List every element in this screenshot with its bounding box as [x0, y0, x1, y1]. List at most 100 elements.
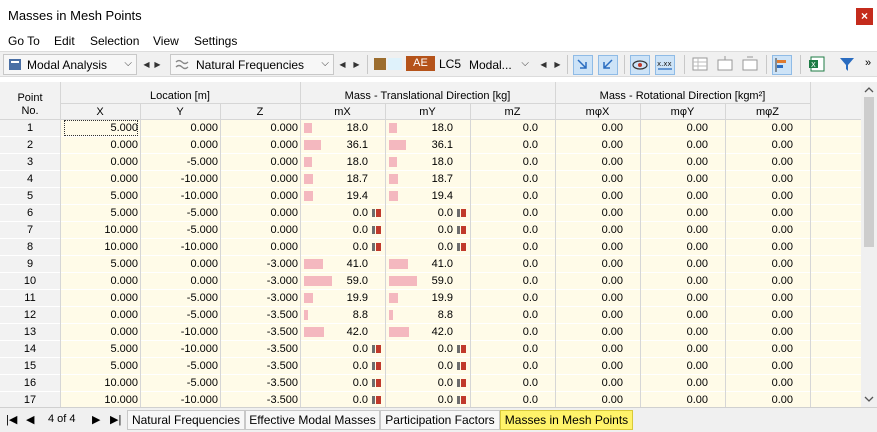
tab-participation-factors[interactable]: Participation Factors — [380, 410, 500, 430]
table-row[interactable]: 3 0.000 -5.000 0.000 18.0 18.0 0.0 0.00 0.00 0.00 — [0, 154, 861, 170]
cell-mz[interactable]: 0.0 — [464, 324, 538, 340]
cell-mx[interactable]: 41.0 — [294, 256, 368, 272]
cell-z[interactable]: 0.000 — [224, 137, 298, 153]
cell-mphix[interactable]: 0.00 — [549, 137, 623, 153]
cell-z[interactable]: -3.500 — [224, 375, 298, 391]
cell-mz[interactable]: 0.0 — [464, 205, 538, 221]
cell-mz[interactable]: 0.0 — [464, 358, 538, 374]
cell-y[interactable]: -5.000 — [144, 290, 218, 306]
cell-mphix[interactable]: 0.00 — [549, 256, 623, 272]
cell-mphiy[interactable]: 0.00 — [634, 358, 708, 374]
cell-mx[interactable]: 59.0 — [294, 273, 368, 289]
cell-mphiy[interactable]: 0.00 — [634, 307, 708, 323]
cell-mphix[interactable]: 0.00 — [549, 341, 623, 357]
menu-settings[interactable]: Settings — [194, 34, 237, 48]
filter-icon[interactable] — [838, 55, 858, 75]
cell-x[interactable]: 0.000 — [64, 171, 138, 187]
cell-mphix[interactable]: 0.00 — [549, 290, 623, 306]
loadcase-select[interactable]: Modal... ⌵ — [466, 54, 534, 75]
cell-y[interactable]: -5.000 — [144, 205, 218, 221]
cell-z[interactable]: 0.000 — [224, 222, 298, 238]
cell-mx[interactable]: 0.0 — [294, 341, 368, 357]
cell-mz[interactable]: 0.0 — [464, 307, 538, 323]
cell-mx[interactable]: 18.7 — [294, 171, 368, 187]
cell-mz[interactable]: 0.0 — [464, 188, 538, 204]
cell-x[interactable]: 5.000 — [64, 256, 138, 272]
cell-mx[interactable]: 0.0 — [294, 222, 368, 238]
delete-row-icon[interactable] — [741, 55, 761, 75]
result-type-select[interactable]: Natural Frequencies ⌵ — [170, 54, 334, 75]
cell-mz[interactable]: 0.0 — [464, 171, 538, 187]
menu-selection[interactable]: Selection — [90, 34, 139, 48]
table-row[interactable]: 10 0.000 0.000 -3.000 59.0 59.0 0.0 0.00 0.00 0.0… — [0, 273, 861, 289]
table-row[interactable]: 12 0.000 -5.000 -3.500 8.8 8.8 0.0 0.00 0.00 0.00 — [0, 307, 861, 323]
table-row[interactable]: 9 5.000 0.000 -3.000 41.0 41.0 0.0 0.00 0.00 0.00 — [0, 256, 861, 272]
cell-mphiy[interactable]: 0.00 — [634, 256, 708, 272]
cell-mx[interactable]: 42.0 — [294, 324, 368, 340]
cell-my[interactable]: 8.8 — [379, 307, 453, 323]
cell-mphiy[interactable]: 0.00 — [634, 205, 708, 221]
cell-mphiz[interactable]: 0.00 — [719, 222, 793, 238]
cell-my[interactable]: 18.0 — [379, 120, 453, 136]
cell-z[interactable]: -3.500 — [224, 341, 298, 357]
cell-mphix[interactable]: 0.00 — [549, 120, 623, 136]
cell-y[interactable]: -5.000 — [144, 307, 218, 323]
cell-x[interactable]: 0.000 — [64, 137, 138, 153]
cell-y[interactable]: -10.000 — [144, 239, 218, 255]
bar-chart-icon[interactable] — [772, 55, 792, 75]
next-result-icon[interactable]: ▶ — [350, 56, 363, 74]
cell-my[interactable]: 0.0 — [379, 392, 453, 407]
next-loadcase-icon[interactable]: ▶ — [551, 56, 564, 74]
cell-z[interactable]: -3.000 — [224, 290, 298, 306]
cell-mphiz[interactable]: 0.00 — [719, 341, 793, 357]
cell-y[interactable]: 0.000 — [144, 120, 218, 136]
last-page-icon[interactable]: ▶| — [110, 413, 121, 426]
cell-mphiz[interactable]: 0.00 — [719, 120, 793, 136]
table-row[interactable]: 8 10.000 -10.000 0.000 0.0 0.0 0.0 0.00 0.00 0.00 — [0, 239, 861, 255]
scrollbar-thumb[interactable] — [864, 97, 874, 247]
cell-mphiy[interactable]: 0.00 — [634, 341, 708, 357]
cell-mphix[interactable]: 0.00 — [549, 171, 623, 187]
cell-mphiz[interactable]: 0.00 — [719, 273, 793, 289]
cell-mx[interactable]: 0.0 — [294, 392, 368, 407]
cell-x[interactable]: 0.000 — [64, 154, 138, 170]
cell-x[interactable]: 5.000 — [64, 358, 138, 374]
cell-mz[interactable]: 0.0 — [464, 290, 538, 306]
cell-mx[interactable]: 0.0 — [294, 239, 368, 255]
table-row[interactable]: 11 0.000 -5.000 -3.000 19.9 19.9 0.0 0.00 0.00 0.… — [0, 290, 861, 306]
cell-z[interactable]: -3.500 — [224, 307, 298, 323]
cell-x[interactable]: 0.000 — [64, 324, 138, 340]
cell-x[interactable]: 10.000 — [64, 239, 138, 255]
cell-mz[interactable]: 0.0 — [464, 341, 538, 357]
cell-x[interactable]: 0.000 — [64, 290, 138, 306]
cell-z[interactable]: -3.500 — [224, 392, 298, 407]
cell-mphiy[interactable]: 0.00 — [634, 375, 708, 391]
cell-mx[interactable]: 19.4 — [294, 188, 368, 204]
cell-mphiy[interactable]: 0.00 — [634, 120, 708, 136]
cell-mphiz[interactable]: 0.00 — [719, 137, 793, 153]
cell-mphix[interactable]: 0.00 — [549, 307, 623, 323]
cell-my[interactable]: 19.9 — [379, 290, 453, 306]
cell-mphiz[interactable]: 0.00 — [719, 392, 793, 407]
cell-mx[interactable]: 0.0 — [294, 205, 368, 221]
cell-mphix[interactable]: 0.00 — [549, 375, 623, 391]
cell-x[interactable]: 5.000 — [64, 188, 138, 204]
cell-x[interactable]: 5.000 — [64, 341, 138, 357]
cell-mphix[interactable]: 0.00 — [549, 239, 623, 255]
menu-edit[interactable]: Edit — [54, 34, 75, 48]
cell-y[interactable]: -5.000 — [144, 222, 218, 238]
cell-y[interactable]: 0.000 — [144, 256, 218, 272]
excel-export-icon[interactable]: X — [808, 55, 828, 75]
cell-my[interactable]: 41.0 — [379, 256, 453, 272]
cell-my[interactable]: 0.0 — [379, 358, 453, 374]
cell-y[interactable]: -10.000 — [144, 171, 218, 187]
menu-goto[interactable]: Go To — [8, 34, 40, 48]
cell-mphix[interactable]: 0.00 — [549, 358, 623, 374]
cell-my[interactable]: 19.4 — [379, 188, 453, 204]
cell-y[interactable]: -10.000 — [144, 324, 218, 340]
cell-z[interactable]: -3.500 — [224, 358, 298, 374]
cell-mphiy[interactable]: 0.00 — [634, 392, 708, 407]
cell-y[interactable]: -10.000 — [144, 188, 218, 204]
cell-x[interactable]: 10.000 — [64, 375, 138, 391]
cell-my[interactable]: 59.0 — [379, 273, 453, 289]
